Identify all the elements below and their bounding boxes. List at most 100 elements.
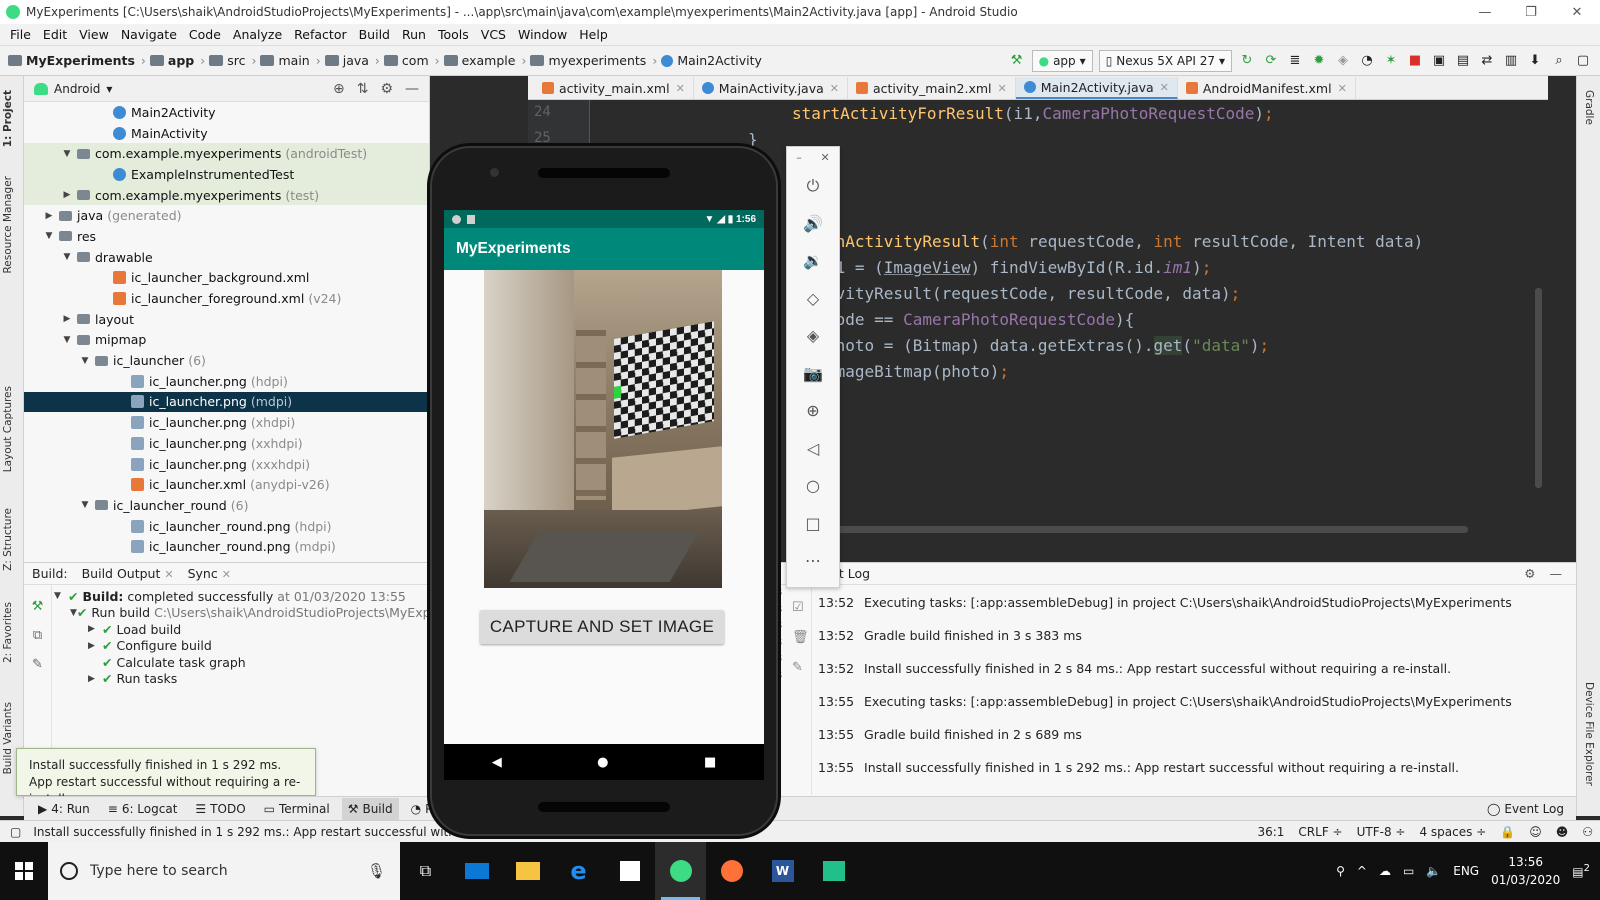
close-icon[interactable]: ✕ — [830, 82, 839, 95]
line-separator[interactable]: CRLF ÷ — [1291, 825, 1349, 839]
structure-tab[interactable]: Z: Structure — [2, 508, 14, 571]
event-log-entry[interactable]: 13:55 Gradle build finished in 2 s 689 ms — [818, 727, 1512, 760]
collapse-icon[interactable]: ⇅ — [357, 81, 369, 97]
profile-icon[interactable]: ◔ — [1358, 52, 1376, 70]
lock-icon[interactable]: 🔒 — [1493, 825, 1522, 839]
start-button[interactable] — [0, 842, 48, 900]
menu-code[interactable]: Code — [183, 27, 227, 42]
coverage-icon[interactable]: ◈ — [1334, 52, 1352, 70]
power-icon[interactable]: ⏻ — [787, 167, 839, 205]
structure-icon[interactable]: ≣ — [1286, 52, 1304, 70]
volume-up-icon[interactable]: 🔊 — [787, 205, 839, 243]
project-tree-row[interactable]: ▶ java (generated) — [24, 205, 429, 226]
volume-down-icon[interactable]: 🔉 — [787, 242, 839, 280]
screenshot-icon[interactable]: 📷 — [787, 355, 839, 393]
home-icon[interactable]: ● — [597, 755, 608, 770]
firefox-app[interactable] — [706, 842, 757, 900]
expand-arrow-icon[interactable]: ▶ — [60, 314, 74, 324]
caret-position[interactable]: 36:1 — [1250, 825, 1291, 839]
back-icon[interactable]: ◀ — [492, 755, 502, 770]
expand-arrow-icon[interactable]: ▼ — [78, 356, 92, 366]
sync-gradle-icon[interactable]: ⇄ — [1478, 52, 1496, 70]
smiley-icon[interactable]: ☺ — [1522, 825, 1549, 839]
wrench-icon[interactable]: ✎ — [792, 653, 809, 683]
event-log-tool-button[interactable]: ◯ Event Log — [1481, 798, 1570, 820]
file-explorer-app[interactable] — [502, 842, 553, 900]
breadcrumb-main[interactable]: main › — [260, 53, 321, 68]
expand-arrow-icon[interactable]: ▶ — [42, 211, 56, 221]
debug-icon[interactable]: ✹ — [1310, 52, 1328, 70]
project-tree-row[interactable]: ic_launcher_round.png (mdpi) — [24, 536, 429, 557]
cloud-icon[interactable]: ☁ — [1379, 864, 1391, 878]
run-config-select[interactable]: ● app ▾ — [1031, 49, 1093, 72]
run-tool-button[interactable]: ▶ 4: Run — [32, 798, 96, 820]
expand-arrow-icon[interactable]: ▼ — [78, 500, 92, 510]
menu-window[interactable]: Window — [512, 27, 573, 42]
breadcrumb-myexperiments[interactable]: myexperiments › — [530, 53, 657, 68]
close-icon[interactable]: ✕ — [1160, 81, 1169, 94]
notification-center-icon[interactable]: ▤2 — [1572, 863, 1590, 879]
search-icon[interactable]: ⌕ — [1550, 52, 1568, 70]
close-icon[interactable]: ✕ — [676, 82, 685, 95]
build-step-row[interactable]: ▶ ✔ Configure build — [54, 638, 429, 655]
terminal-tool-button[interactable]: ▭ Terminal — [258, 798, 336, 820]
avd-manager-icon[interactable]: ▥ — [1502, 52, 1520, 70]
menu-refactor[interactable]: Refactor — [288, 27, 352, 42]
device-file-explorer-tab[interactable]: Device File Explorer — [1583, 682, 1595, 786]
minimize-button[interactable]: — — [1462, 5, 1508, 20]
editor-tab[interactable]: activity_main.xml ✕ — [534, 77, 694, 99]
expand-arrow-icon[interactable]: ▼ — [60, 252, 74, 262]
expand-arrow-icon[interactable]: ▼ — [60, 149, 74, 159]
language-indicator[interactable]: ENG — [1453, 864, 1479, 878]
battery-icon[interactable]: ▭ — [1403, 864, 1414, 878]
project-view-select[interactable]: Android — [54, 82, 100, 96]
editor-tab[interactable]: activity_main2.xml ✕ — [848, 77, 1016, 99]
project-tree-row[interactable]: ▶ layout — [24, 309, 429, 330]
build-step-row[interactable]: ✔ Calculate task graph — [54, 654, 429, 671]
hide-icon[interactable]: — — [405, 81, 419, 97]
user-icon[interactable]: ▢ — [1574, 52, 1592, 70]
chevron-down-icon[interactable]: ▾ — [106, 82, 112, 96]
project-tree-row[interactable]: Main2Activity — [24, 102, 429, 123]
stop-icon[interactable]: ■ — [1406, 52, 1424, 70]
home-icon[interactable]: ○ — [787, 467, 839, 505]
recents-icon[interactable]: ■ — [704, 755, 716, 770]
hide-icon[interactable]: — — [1550, 566, 1563, 581]
gear-icon[interactable]: ⚙ — [380, 81, 393, 97]
close-icon[interactable]: ✕ — [820, 151, 829, 164]
menu-vcs[interactable]: VCS — [475, 27, 512, 42]
close-icon[interactable]: ✕ — [998, 82, 1007, 95]
maximize-button[interactable]: ❐ — [1508, 5, 1554, 20]
tab-build-output[interactable]: Build Output ✕ — [82, 566, 174, 581]
project-tree-row[interactable]: ▼ ic_launcher_round (6) — [24, 495, 429, 516]
project-tree-row[interactable]: ic_launcher.png (hdpi) — [24, 371, 429, 392]
attach-debugger-icon[interactable]: ✶ — [1382, 52, 1400, 70]
menu-edit[interactable]: Edit — [37, 27, 73, 42]
project-tree-row[interactable]: ▼ res — [24, 226, 429, 247]
layout-inspector-icon[interactable]: ▤ — [1454, 52, 1472, 70]
zoom-icon[interactable]: ⊕ — [787, 392, 839, 430]
logcat-tool-button[interactable]: ≡ 6: Logcat — [102, 798, 184, 820]
expand-arrow-icon[interactable]: ▶ — [60, 190, 74, 200]
close-button[interactable]: ✕ — [1554, 5, 1600, 20]
editor-tab[interactable]: MainActivity.java ✕ — [694, 77, 848, 99]
rotate-right-icon[interactable]: ◈ — [787, 317, 839, 355]
event-log-entry[interactable]: 13:55 Executing tasks: [:app:assembleDebu… — [818, 694, 1512, 727]
project-tree-row[interactable]: ic_launcher.png (xxxhdpi) — [24, 454, 429, 475]
project-tree-row[interactable]: ic_launcher.png (xxhdpi) — [24, 433, 429, 454]
rotate-left-icon[interactable]: ◇ — [787, 280, 839, 318]
editor-tab[interactable]: Main2Activity.java ✕ — [1015, 77, 1178, 99]
minimize-icon[interactable]: – — [796, 151, 802, 164]
locate-icon[interactable]: ⊕ — [333, 81, 345, 97]
tray-chevron-icon[interactable]: ^ — [1357, 864, 1367, 878]
event-log-entry[interactable]: 13:52 Install successfully finished in 2 … — [818, 661, 1512, 694]
install-notification[interactable]: Install successfully finished in 1 s 292… — [16, 748, 316, 806]
gear-icon[interactable]: ⚙ — [1524, 566, 1535, 581]
mail-app[interactable] — [451, 842, 502, 900]
edge-app[interactable]: e — [553, 842, 604, 900]
run-build-row[interactable]: ▼ ✔ Run build C:\Users\shaik\AndroidStudioP… — [54, 605, 447, 622]
device-select[interactable]: ▯ Nexus 5X API 27 ▾ — [1098, 49, 1232, 72]
todo-tool-button[interactable]: ☰ TODO — [189, 798, 251, 820]
close-icon[interactable]: ✕ — [1338, 82, 1347, 95]
build-variants-tab[interactable]: Build Variants — [2, 702, 14, 774]
